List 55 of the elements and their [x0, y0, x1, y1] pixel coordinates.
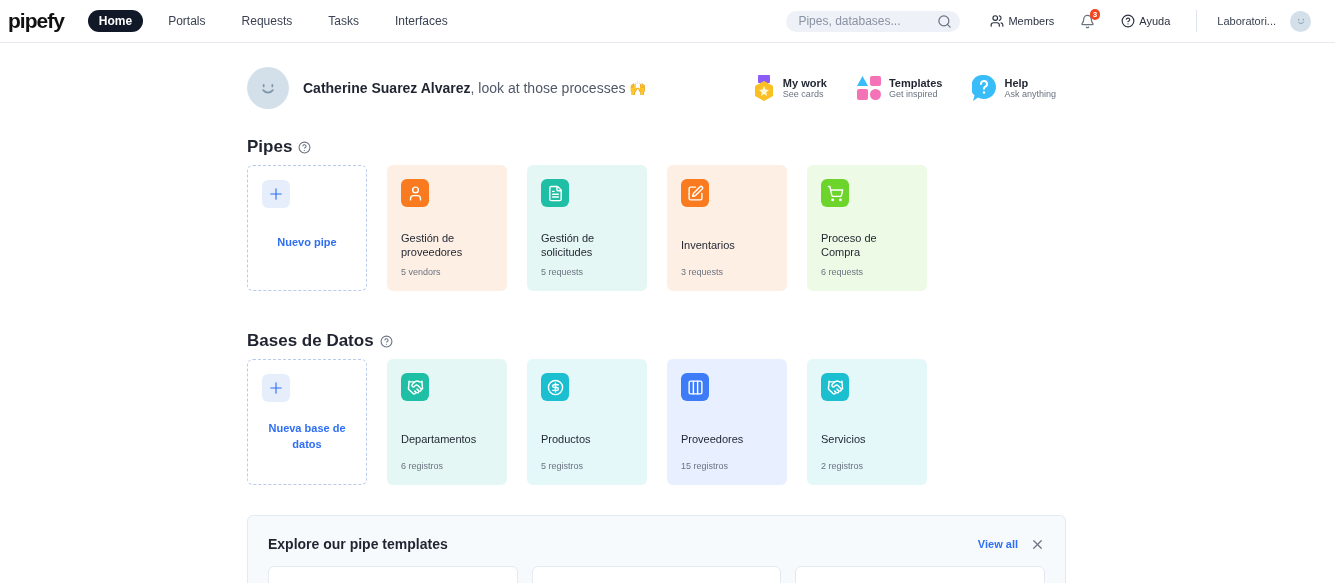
- item-card[interactable]: Servicios 2 registros: [807, 359, 927, 485]
- item-card[interactable]: Inventarios 3 requests: [667, 165, 787, 291]
- people-icon: [990, 14, 1005, 28]
- card-title: Productos: [541, 432, 591, 447]
- notification-badge: 3: [1089, 8, 1101, 20]
- card-title: Proceso de Compra: [821, 231, 878, 259]
- account-name[interactable]: Laboratori...: [1217, 15, 1276, 27]
- help-button[interactable]: Ayuda: [1115, 14, 1177, 28]
- new-card[interactable]: Nuevo pipe: [247, 165, 367, 291]
- card-count: 15 registros: [681, 461, 729, 471]
- card-title: Servicios: [821, 432, 866, 447]
- help-icon: [1121, 14, 1136, 28]
- nav-tab[interactable]: Tasks: [317, 10, 370, 32]
- members-button[interactable]: Members: [984, 14, 1061, 28]
- greeting: Catherine Suarez Alvarez, look at those processes 🙌: [303, 80, 648, 96]
- card-title: Gestión de solicitudes: [541, 231, 596, 259]
- card-title: Gestión de proveedores: [401, 231, 464, 259]
- card-count: 3 requests: [681, 267, 724, 277]
- shortcut-link[interactable]: Help Ask anything: [972, 75, 1056, 101]
- card-title: Inventarios: [681, 238, 735, 253]
- card-count: 6 requests: [821, 267, 864, 277]
- item-card[interactable]: Gestión de solicitudes 5 requests: [527, 165, 647, 291]
- plus-icon: [262, 180, 290, 208]
- medal-icon: [752, 75, 775, 101]
- item-card[interactable]: Productos 5 registros: [527, 359, 647, 485]
- view-all-link[interactable]: View all: [977, 538, 1018, 550]
- nav-tab[interactable]: Home: [87, 10, 144, 32]
- plus-icon: [262, 374, 290, 402]
- item-card[interactable]: Proceso de Compra 6 requests: [807, 165, 927, 291]
- logo[interactable]: pipefy: [8, 9, 64, 33]
- section-title: Bases de Datos: [247, 331, 374, 351]
- new-card[interactable]: Nueva base de datos: [247, 359, 367, 485]
- item-card[interactable]: Proveedores 15 registros: [667, 359, 787, 485]
- card-title: Departamentos: [401, 432, 477, 447]
- help-icon[interactable]: [298, 140, 312, 154]
- card-count: 5 vendors: [401, 267, 441, 277]
- shortcut-link[interactable]: Templates Get inspired: [856, 76, 943, 100]
- card-count: 5 requests: [541, 267, 584, 277]
- item-card[interactable]: Departamentos 6 registros: [387, 359, 507, 485]
- search-field[interactable]: Pipes, databases...: [786, 10, 961, 32]
- section-title: Pipes: [247, 137, 293, 157]
- shapes-icon: [856, 76, 881, 100]
- card-count: 2 registros: [821, 461, 864, 471]
- item-card[interactable]: Gestión de proveedores 5 vendors: [387, 165, 507, 291]
- card-title: Proveedores: [681, 432, 744, 447]
- card-count: 5 registros: [541, 461, 584, 471]
- shortcut-link[interactable]: My work See cards: [752, 75, 827, 101]
- nav-tab[interactable]: Portals: [157, 10, 217, 32]
- panel-title: Explore our pipe templates: [268, 536, 449, 552]
- help-icon: [972, 75, 997, 101]
- card-count: 6 registros: [401, 461, 444, 471]
- search-icon[interactable]: [937, 13, 953, 29]
- nav-tab[interactable]: Requests: [230, 10, 304, 32]
- help-icon[interactable]: [379, 334, 393, 348]
- nav-tab[interactable]: Interfaces: [383, 10, 459, 32]
